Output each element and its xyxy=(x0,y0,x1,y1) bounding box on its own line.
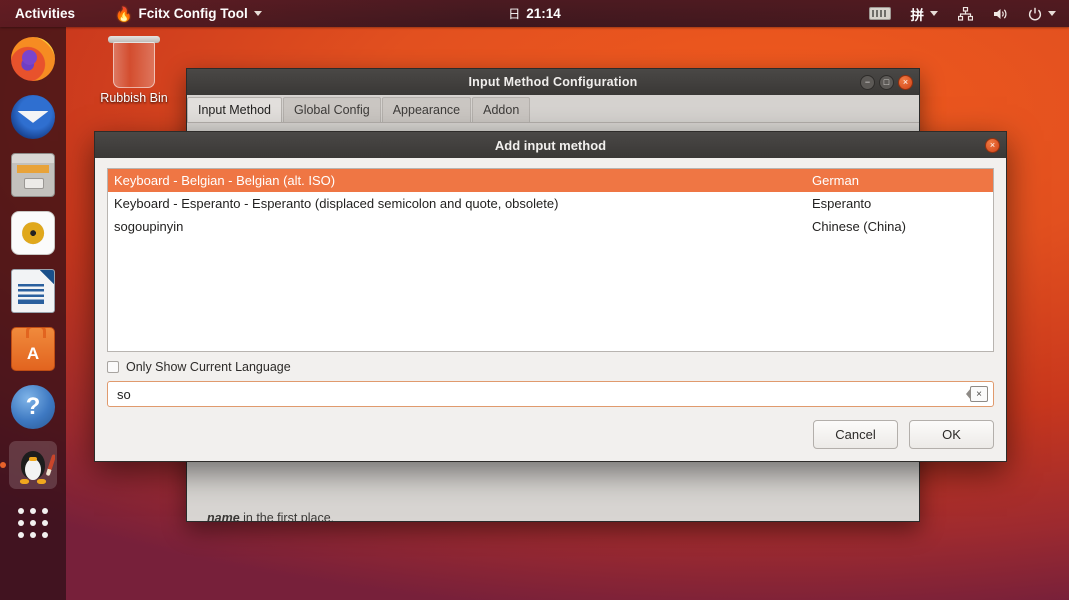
ubuntu-software-icon xyxy=(11,327,55,371)
close-icon: × xyxy=(902,76,909,87)
tab-label: Addon xyxy=(483,103,520,117)
dialog-content: Keyboard - Belgian - Belgian (alt. ISO) … xyxy=(95,158,1006,461)
tab-label: Global Config xyxy=(293,103,370,117)
ok-button[interactable]: OK xyxy=(909,420,994,449)
tab-addon[interactable]: Addon xyxy=(472,97,531,122)
tab-input-method[interactable]: Input Method xyxy=(187,97,282,122)
only-current-language-label: Only Show Current Language xyxy=(126,360,291,374)
input-method-language: Chinese (China) xyxy=(812,219,906,234)
app-grid-icon xyxy=(18,508,48,538)
cancel-label: Cancel xyxy=(835,427,876,442)
only-current-language-row[interactable]: Only Show Current Language xyxy=(107,360,994,374)
window-controls: − □ × xyxy=(860,74,913,90)
minimize-icon: − xyxy=(864,76,871,87)
network-icon xyxy=(958,6,973,21)
firefox-icon xyxy=(11,37,55,81)
main-window-tabbar: Input Method Global Config Appearance Ad… xyxy=(187,95,919,123)
dialog-titlebar[interactable]: Add input method × xyxy=(95,132,1006,158)
dock-item-ubuntu-software[interactable] xyxy=(9,325,57,373)
keyboard-indicator-icon xyxy=(868,7,891,20)
tab-appearance[interactable]: Appearance xyxy=(381,97,472,122)
clear-search-icon[interactable]: × xyxy=(970,386,988,402)
search-field-wrapper[interactable]: × xyxy=(107,381,994,407)
list-item[interactable]: Keyboard - Esperanto - Esperanto (displa… xyxy=(108,192,993,215)
rubbish-bin-label: Rubbish Bin xyxy=(100,91,168,105)
dock-item-libreoffice-writer[interactable] xyxy=(9,267,57,315)
chevron-down-icon xyxy=(930,11,938,16)
ok-label: OK xyxy=(942,427,961,442)
penguin-icon xyxy=(11,443,55,487)
tab-label: Appearance xyxy=(392,103,461,117)
close-icon: × xyxy=(989,139,996,150)
add-input-method-dialog: Add input method × Keyboard - Belgian - … xyxy=(94,131,1007,462)
thunderbird-icon xyxy=(11,95,55,139)
main-window-titlebar[interactable]: Input Method Configuration − □ × xyxy=(187,69,919,95)
dock-item-rhythmbox[interactable] xyxy=(9,209,57,257)
only-current-language-checkbox[interactable] xyxy=(107,361,119,373)
search-input[interactable] xyxy=(117,386,970,402)
input-method-label: 拼 xyxy=(910,7,925,23)
hint-rest: in the first place. xyxy=(239,511,335,521)
dialog-buttons: Cancel OK xyxy=(107,420,994,449)
input-method-name: Keyboard - Belgian - Belgian (alt. ISO) xyxy=(114,173,336,188)
clear-glyph: × xyxy=(976,388,982,400)
rubbish-bin-icon xyxy=(108,36,160,88)
clock-label: 21:14 xyxy=(526,6,561,21)
list-item[interactable]: sogoupinyin Chinese (China) xyxy=(108,215,993,238)
dock-item-firefox[interactable] xyxy=(9,35,57,83)
main-window-title: Input Method Configuration xyxy=(468,75,638,89)
cancel-button[interactable]: Cancel xyxy=(813,420,898,449)
input-method-language: Esperanto xyxy=(812,196,872,211)
list-item[interactable]: Keyboard - Belgian - Belgian (alt. ISO) … xyxy=(108,169,993,192)
close-button[interactable]: × xyxy=(898,74,913,90)
top-bar: Activities 🔥 Fcitx Config Tool 日 21:14 拼 xyxy=(0,0,1069,27)
calendar-icon: 日 xyxy=(508,7,521,21)
dialog-close-button[interactable]: × xyxy=(985,137,1000,153)
input-method-name: sogoupinyin xyxy=(114,219,184,234)
files-icon xyxy=(11,153,55,197)
input-method-list[interactable]: Keyboard - Belgian - Belgian (alt. ISO) … xyxy=(107,168,994,352)
dock-item-files[interactable] xyxy=(9,151,57,199)
system-tray: 拼 xyxy=(860,0,1066,27)
keyboard-indicator-button[interactable] xyxy=(860,0,900,27)
desktop-icon-rubbish-bin[interactable]: Rubbish Bin xyxy=(96,36,172,105)
dock xyxy=(0,27,66,600)
input-method-indicator-button[interactable]: 拼 xyxy=(902,0,948,27)
clock-button[interactable]: 日 21:14 xyxy=(499,0,570,27)
libreoffice-writer-icon xyxy=(11,269,55,313)
dialog-title: Add input method xyxy=(494,137,607,153)
tab-label: Input Method xyxy=(198,103,271,117)
hint-emphasis: name xyxy=(207,511,240,521)
input-method-language: German xyxy=(812,173,859,188)
show-applications-button[interactable] xyxy=(9,499,57,547)
minimize-button[interactable]: − xyxy=(860,74,875,90)
volume-button[interactable] xyxy=(984,0,1017,27)
input-method-name: Keyboard - Esperanto - Esperanto (displa… xyxy=(114,196,559,211)
power-icon xyxy=(1028,7,1042,20)
input-method-hint-text: name in the first place. xyxy=(207,511,334,521)
dock-item-help[interactable] xyxy=(9,383,57,431)
network-button[interactable] xyxy=(949,0,982,27)
tab-global-config[interactable]: Global Config xyxy=(282,97,381,122)
maximize-icon: □ xyxy=(883,76,890,87)
help-icon xyxy=(11,385,55,429)
volume-icon xyxy=(994,8,1007,19)
dock-item-thunderbird[interactable] xyxy=(9,93,57,141)
dock-item-fcitx[interactable] xyxy=(9,441,57,489)
power-menu-button[interactable] xyxy=(1019,0,1065,27)
maximize-button[interactable]: □ xyxy=(879,74,894,90)
chevron-down-icon xyxy=(1048,11,1056,16)
rhythmbox-icon xyxy=(11,211,55,255)
